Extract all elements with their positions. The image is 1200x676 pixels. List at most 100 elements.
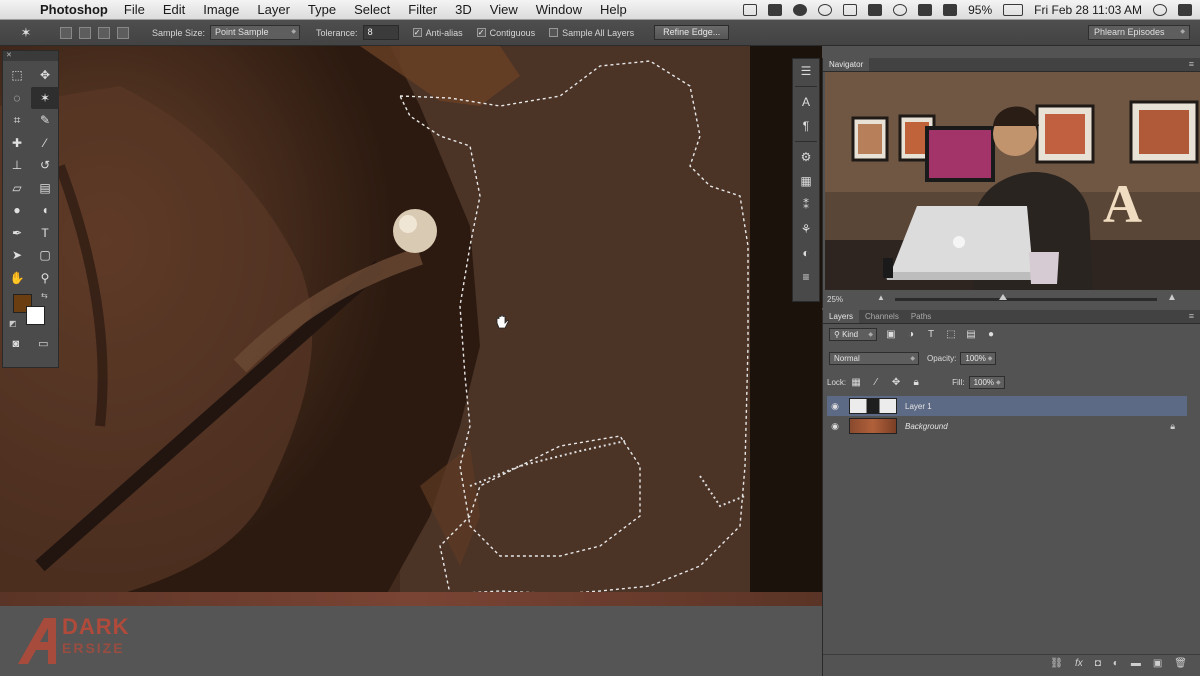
- sample-size-select[interactable]: Point Sample: [210, 25, 301, 40]
- eyedropper-tool-icon[interactable]: ✎: [31, 109, 59, 132]
- navigator-zoom-slider-knob[interactable]: [999, 294, 1007, 300]
- time-machine-icon[interactable]: [893, 4, 908, 16]
- intersect-selection-icon[interactable]: [117, 26, 129, 39]
- tab-channels[interactable]: Channels: [859, 310, 905, 323]
- menu-image[interactable]: Image: [203, 2, 239, 17]
- path-selection-tool-icon[interactable]: ➤: [3, 244, 31, 267]
- filter-type-layers-icon[interactable]: T: [925, 329, 937, 341]
- lock-position-icon[interactable]: ✥: [890, 377, 902, 389]
- menu-view[interactable]: View: [490, 2, 518, 17]
- lock-all-icon[interactable]: 🔒︎: [910, 377, 922, 389]
- layer-filter-kind-select[interactable]: ⚲ Kind: [829, 328, 877, 341]
- brush-tool-icon[interactable]: ⁄: [31, 132, 59, 155]
- swatches-panel-icon[interactable]: ▦: [793, 169, 819, 193]
- battery-icon[interactable]: [1003, 4, 1024, 16]
- navigator-zoom-value[interactable]: 25%: [827, 295, 843, 304]
- filter-adjustment-layers-icon[interactable]: ◑: [905, 329, 917, 341]
- add-to-selection-icon[interactable]: [79, 26, 91, 39]
- creative-cloud-icon[interactable]: [818, 4, 833, 16]
- brush-panel-icon[interactable]: ⁑: [793, 193, 819, 217]
- workspace-switcher[interactable]: Phlearn Episodes: [1088, 25, 1190, 40]
- spot-healing-brush-tool-icon[interactable]: ✚: [3, 132, 31, 155]
- eraser-tool-icon[interactable]: ▱: [3, 177, 31, 200]
- subtract-from-selection-icon[interactable]: [98, 26, 110, 39]
- opacity-input[interactable]: 100%: [960, 352, 997, 365]
- background-color-swatch[interactable]: [26, 306, 45, 325]
- menu-file[interactable]: File: [124, 2, 145, 17]
- layer-row[interactable]: ◉ Background 🔒︎: [827, 416, 1187, 436]
- spotlight-search-icon[interactable]: [1153, 4, 1167, 16]
- menu-select[interactable]: Select: [354, 2, 390, 17]
- history-panel-icon[interactable]: ☰: [793, 59, 819, 83]
- screen-recording-icon[interactable]: [743, 4, 758, 16]
- menu-layer[interactable]: Layer: [257, 2, 290, 17]
- zoom-tool-icon[interactable]: ⚲: [31, 267, 59, 290]
- navigator-zoom-slider[interactable]: [895, 298, 1157, 301]
- new-layer-icon[interactable]: ▣: [1153, 658, 1162, 669]
- history-brush-tool-icon[interactable]: ↺: [31, 154, 59, 177]
- filter-pixel-layers-icon[interactable]: ▣: [885, 329, 897, 341]
- blend-mode-select[interactable]: Normal: [829, 352, 919, 365]
- refine-edge-button[interactable]: Refine Edge...: [654, 25, 730, 40]
- panel-menu-icon[interactable]: ≡: [1189, 311, 1194, 321]
- magic-wand-tool-icon[interactable]: ✶: [31, 86, 59, 109]
- menu-3d[interactable]: 3D: [455, 2, 472, 17]
- volume-icon[interactable]: [943, 4, 958, 16]
- new-adjustment-layer-icon[interactable]: ◐: [1113, 658, 1119, 669]
- wifi-icon[interactable]: [918, 4, 933, 16]
- tool-preset-picker-icon[interactable]: ✶: [14, 24, 38, 42]
- default-colors-icon[interactable]: ◩: [9, 319, 17, 328]
- actions-panel-icon[interactable]: ⚙: [793, 145, 819, 169]
- character-panel-icon[interactable]: A: [793, 90, 819, 114]
- navigator-preview[interactable]: A: [825, 72, 1200, 290]
- hand-tool-icon[interactable]: ✋: [3, 267, 31, 290]
- contiguous-checkbox[interactable]: ✓ Contiguous: [476, 28, 535, 38]
- screen-mode-icon[interactable]: ▭: [38, 337, 48, 350]
- menu-window[interactable]: Window: [536, 2, 582, 17]
- panel-menu-icon[interactable]: ≡: [1189, 59, 1194, 69]
- menu-help[interactable]: Help: [600, 2, 627, 17]
- layer-name[interactable]: Background: [905, 422, 948, 431]
- eye-visibility-icon[interactable]: ◉: [827, 421, 843, 432]
- properties-panel-icon[interactable]: ≡: [793, 265, 819, 289]
- delete-layer-trash-icon[interactable]: 🗑︎: [1174, 658, 1187, 669]
- gradient-tool-icon[interactable]: ▤: [31, 177, 59, 200]
- new-selection-icon[interactable]: [60, 26, 72, 39]
- rectangular-marquee-tool-icon[interactable]: ⬚: [3, 64, 31, 87]
- blur-tool-icon[interactable]: ●: [3, 199, 31, 222]
- sample-all-layers-checkbox[interactable]: Sample All Layers: [549, 28, 634, 38]
- eye-visibility-icon[interactable]: ◉: [827, 401, 843, 412]
- dropbox-icon[interactable]: [768, 4, 783, 16]
- tab-paths[interactable]: Paths: [905, 310, 937, 323]
- quick-mask-icon[interactable]: ◙: [12, 337, 19, 350]
- fill-input[interactable]: 100%: [968, 376, 1005, 389]
- menu-type[interactable]: Type: [308, 2, 336, 17]
- layer-name[interactable]: Layer 1: [905, 402, 932, 411]
- rectangle-tool-icon[interactable]: ▢: [31, 244, 59, 267]
- crop-tool-icon[interactable]: ⌗: [3, 109, 31, 132]
- tolerance-input[interactable]: 8: [362, 25, 399, 40]
- zoom-out-icon[interactable]: ▲: [877, 293, 885, 302]
- zoom-in-icon[interactable]: ▲: [1167, 292, 1177, 303]
- link-layers-icon[interactable]: ⛓: [1050, 658, 1063, 669]
- layer-row[interactable]: ◉ Layer 1: [827, 396, 1187, 416]
- brush-presets-icon[interactable]: ⚘: [793, 217, 819, 241]
- add-mask-icon[interactable]: ◘: [1095, 658, 1101, 669]
- tab-layers[interactable]: Layers: [823, 310, 860, 323]
- lock-image-pixels-icon[interactable]: ⁄: [870, 377, 882, 389]
- layer-style-fx-icon[interactable]: fx: [1075, 658, 1083, 669]
- swap-colors-icon[interactable]: ⇆: [41, 291, 48, 300]
- document-canvas[interactable]: [0, 46, 822, 606]
- filter-shape-layers-icon[interactable]: ⬚: [945, 329, 957, 341]
- paragraph-panel-icon[interactable]: ¶: [793, 114, 819, 138]
- clone-stamp-tool-icon[interactable]: ⊥: [3, 154, 31, 177]
- new-group-folder-icon[interactable]: ▬: [1131, 658, 1141, 669]
- filter-smart-objects-icon[interactable]: ▤: [965, 329, 977, 341]
- tab-navigator[interactable]: Navigator: [823, 58, 870, 71]
- anti-alias-checkbox[interactable]: ✓ Anti-alias: [412, 28, 463, 38]
- type-tool-icon[interactable]: T: [31, 222, 59, 245]
- menu-edit[interactable]: Edit: [163, 2, 185, 17]
- menubar-clock[interactable]: Fri Feb 28 11:03 AM: [1034, 3, 1142, 17]
- evernote-icon[interactable]: [793, 4, 808, 16]
- move-tool-icon[interactable]: ✥: [31, 64, 59, 87]
